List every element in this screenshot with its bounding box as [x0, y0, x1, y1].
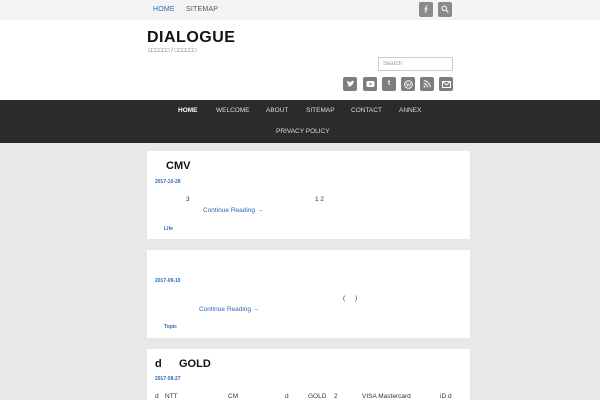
post-excerpt: NTT — [165, 393, 178, 400]
svg-text:W: W — [405, 82, 411, 88]
tumblr-icon[interactable]: t — [382, 77, 396, 91]
top-bar: HOME SITEMAP — [0, 0, 600, 20]
search-input[interactable] — [378, 57, 453, 71]
top-nav-sitemap[interactable]: SITEMAP — [186, 6, 218, 13]
post-excerpt: 1 2 — [315, 196, 325, 203]
wordpress-icon[interactable] — [419, 2, 433, 17]
nav-sitemap[interactable]: SITEMAP — [306, 107, 335, 114]
site-title[interactable]: DIALOGUE — [147, 29, 235, 47]
search-icon[interactable] — [438, 2, 452, 17]
post-title[interactable]: d — [155, 358, 162, 370]
rss-icon[interactable] — [420, 77, 434, 91]
nav-home[interactable]: HOME — [178, 107, 198, 114]
post-title[interactable]: CMV — [166, 160, 190, 172]
site-header: DIALOGUE □□□□□□ / □□□□□□ t W — [0, 20, 600, 100]
wordpress-icon[interactable]: W — [401, 77, 415, 91]
post-excerpt: ) — [355, 295, 358, 302]
post-excerpt: d — [285, 393, 289, 400]
post-excerpt: d — [155, 393, 159, 400]
post-title[interactable]: GOLD — [179, 358, 211, 370]
nav-contact[interactable]: CONTACT — [351, 107, 382, 114]
email-icon[interactable] — [439, 77, 453, 91]
main-navigation: HOME WELCOME ABOUT SITEMAP CONTACT ANNEX… — [0, 100, 600, 143]
continue-reading-link[interactable]: Continue Reading → — [203, 207, 263, 214]
continue-reading-link[interactable]: Continue Reading → — [199, 306, 259, 313]
post-card: 2017-09-10 ( ) Continue Reading → Topic — [147, 250, 470, 338]
nav-about[interactable]: ABOUT — [266, 107, 288, 114]
post-excerpt: iD d — [440, 393, 452, 400]
top-nav-home[interactable]: HOME — [153, 6, 175, 13]
post-excerpt: ( — [343, 295, 346, 302]
post-card: CMV 2017-10-28 3 1 2 Continue Reading → … — [147, 151, 470, 239]
post-date[interactable]: 2017-09-10 — [155, 278, 181, 284]
post-date[interactable]: 2017-10-28 — [155, 179, 181, 185]
post-excerpt: 2 — [334, 393, 338, 400]
post-card: d GOLD 2017-08-27 d NTT CM d GOLD 2 VISA… — [147, 349, 470, 400]
nav-annex[interactable]: ANNEX — [399, 107, 421, 114]
post-category-tag[interactable]: Life — [164, 226, 173, 232]
post-date[interactable]: 2017-08-27 — [155, 376, 181, 382]
post-excerpt: 3 — [186, 196, 190, 203]
post-excerpt: VISA Mastercard — [362, 393, 411, 400]
nav-welcome[interactable]: WELCOME — [216, 107, 250, 114]
nav-privacy-policy[interactable]: PRIVACY POLICY — [276, 128, 330, 135]
post-excerpt: GOLD — [308, 393, 327, 400]
youtube-icon[interactable] — [363, 77, 377, 91]
twitter-icon[interactable] — [343, 77, 357, 91]
site-description: □□□□□□ / □□□□□□ — [148, 48, 197, 54]
post-excerpt: CM — [228, 393, 239, 400]
post-category-tag[interactable]: Topic — [164, 324, 177, 330]
